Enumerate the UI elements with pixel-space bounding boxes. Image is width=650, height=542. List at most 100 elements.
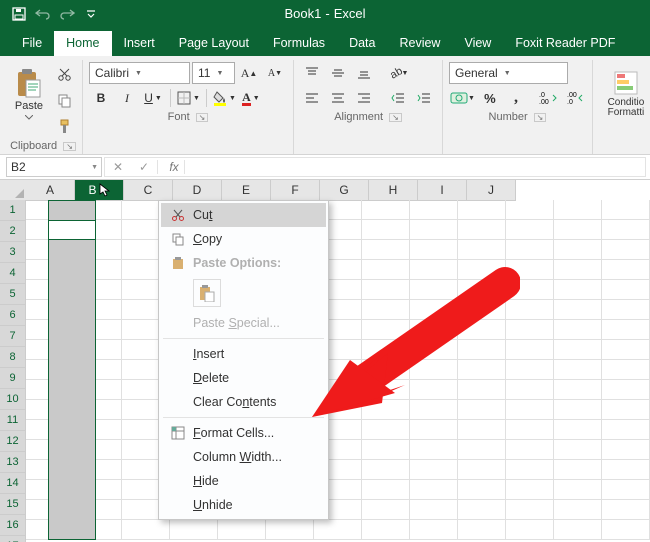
enter-formula-button[interactable]: ✓ bbox=[131, 160, 158, 174]
cell[interactable] bbox=[506, 340, 554, 360]
cell[interactable] bbox=[554, 420, 602, 440]
format-painter-button[interactable] bbox=[52, 114, 76, 138]
increase-indent-button[interactable] bbox=[412, 86, 436, 110]
tab-home[interactable]: Home bbox=[54, 31, 111, 56]
conditional-formatting-button[interactable]: ConditioFormatti bbox=[599, 62, 650, 126]
row-header-6[interactable]: 6 bbox=[0, 305, 26, 326]
cell[interactable] bbox=[458, 300, 506, 320]
decrease-decimal-button[interactable]: .00.0 bbox=[562, 86, 586, 110]
row-header-2[interactable]: 2 bbox=[0, 221, 26, 242]
font-name-select[interactable]: Calibri▼ bbox=[89, 62, 190, 84]
cell[interactable] bbox=[122, 520, 170, 540]
tab-page-layout[interactable]: Page Layout bbox=[167, 31, 261, 56]
bold-button[interactable]: B bbox=[89, 86, 113, 110]
font-dialog-launcher[interactable]: ↘ bbox=[196, 113, 209, 122]
cell[interactable] bbox=[458, 460, 506, 480]
cut-button[interactable] bbox=[52, 62, 76, 86]
cell[interactable] bbox=[362, 340, 410, 360]
cell[interactable] bbox=[554, 480, 602, 500]
cell[interactable] bbox=[506, 420, 554, 440]
cell[interactable] bbox=[554, 240, 602, 260]
cell[interactable] bbox=[410, 520, 458, 540]
fill-color-button[interactable]: ▼ bbox=[212, 86, 237, 110]
cell[interactable] bbox=[602, 200, 650, 220]
cell[interactable] bbox=[506, 400, 554, 420]
cell[interactable] bbox=[458, 280, 506, 300]
paste-button[interactable]: Paste bbox=[10, 62, 48, 126]
shrink-font-button[interactable]: A▼ bbox=[263, 61, 287, 85]
align-right-button[interactable] bbox=[352, 86, 376, 110]
row-header-11[interactable]: 11 bbox=[0, 410, 26, 431]
cell[interactable] bbox=[554, 380, 602, 400]
row-header-5[interactable]: 5 bbox=[0, 284, 26, 305]
cell[interactable] bbox=[218, 520, 266, 540]
cell[interactable] bbox=[362, 320, 410, 340]
col-header-H[interactable]: H bbox=[369, 180, 418, 201]
borders-button[interactable]: ▼ bbox=[176, 86, 201, 110]
cell[interactable] bbox=[362, 220, 410, 240]
decrease-indent-button[interactable] bbox=[386, 86, 410, 110]
cell[interactable] bbox=[458, 400, 506, 420]
increase-decimal-button[interactable]: .0.00 bbox=[536, 86, 560, 110]
cell[interactable] bbox=[554, 340, 602, 360]
cell[interactable] bbox=[410, 300, 458, 320]
cell[interactable] bbox=[458, 380, 506, 400]
cell[interactable] bbox=[410, 240, 458, 260]
row-header-15[interactable]: 15 bbox=[0, 494, 26, 515]
menu-hide[interactable]: Hide bbox=[161, 469, 326, 493]
row-header-8[interactable]: 8 bbox=[0, 347, 26, 368]
cell[interactable] bbox=[458, 440, 506, 460]
col-header-G[interactable]: G bbox=[320, 180, 369, 201]
cell[interactable] bbox=[506, 360, 554, 380]
cell[interactable] bbox=[362, 460, 410, 480]
insert-function-button[interactable]: fx bbox=[158, 160, 185, 174]
cell-grid[interactable] bbox=[26, 200, 650, 540]
number-format-select[interactable]: General▼ bbox=[449, 62, 568, 84]
align-middle-button[interactable] bbox=[326, 61, 350, 85]
grow-font-button[interactable]: A▲ bbox=[237, 61, 261, 85]
cell[interactable] bbox=[362, 520, 410, 540]
select-all-corner[interactable] bbox=[0, 180, 27, 201]
col-header-J[interactable]: J bbox=[467, 180, 516, 201]
tab-data[interactable]: Data bbox=[337, 31, 387, 56]
row-header-3[interactable]: 3 bbox=[0, 242, 26, 263]
name-box[interactable]: B2▼ bbox=[6, 157, 102, 177]
cell[interactable] bbox=[410, 480, 458, 500]
cell[interactable] bbox=[458, 360, 506, 380]
cell[interactable] bbox=[410, 380, 458, 400]
cell[interactable] bbox=[602, 300, 650, 320]
cell[interactable] bbox=[602, 360, 650, 380]
row-header-17[interactable]: 17 bbox=[0, 536, 26, 542]
cell[interactable] bbox=[602, 320, 650, 340]
cell[interactable] bbox=[458, 260, 506, 280]
cell[interactable] bbox=[506, 380, 554, 400]
menu-delete[interactable]: Delete bbox=[161, 366, 326, 390]
cell[interactable] bbox=[362, 380, 410, 400]
clipboard-dialog-launcher[interactable]: ↘ bbox=[63, 142, 76, 151]
col-header-B[interactable]: B bbox=[75, 180, 124, 201]
cell[interactable] bbox=[602, 420, 650, 440]
cell[interactable] bbox=[362, 200, 410, 220]
cell[interactable] bbox=[410, 340, 458, 360]
cell[interactable] bbox=[506, 460, 554, 480]
cell[interactable] bbox=[506, 260, 554, 280]
cell[interactable] bbox=[410, 440, 458, 460]
cell[interactable] bbox=[458, 240, 506, 260]
cell[interactable] bbox=[602, 380, 650, 400]
cell[interactable] bbox=[410, 280, 458, 300]
cell[interactable] bbox=[362, 300, 410, 320]
align-left-button[interactable] bbox=[300, 86, 324, 110]
cell[interactable] bbox=[410, 500, 458, 520]
row-headers[interactable]: 1234567891011121314151617 bbox=[0, 200, 26, 542]
save-button[interactable] bbox=[8, 3, 30, 25]
cell[interactable] bbox=[314, 520, 362, 540]
row-header-12[interactable]: 12 bbox=[0, 431, 26, 452]
cell[interactable] bbox=[554, 360, 602, 380]
copy-button[interactable] bbox=[52, 88, 76, 112]
cell[interactable] bbox=[554, 260, 602, 280]
cell[interactable] bbox=[506, 200, 554, 220]
cell[interactable] bbox=[506, 240, 554, 260]
cell[interactable] bbox=[554, 500, 602, 520]
cell[interactable] bbox=[602, 260, 650, 280]
tab-view[interactable]: View bbox=[452, 31, 503, 56]
